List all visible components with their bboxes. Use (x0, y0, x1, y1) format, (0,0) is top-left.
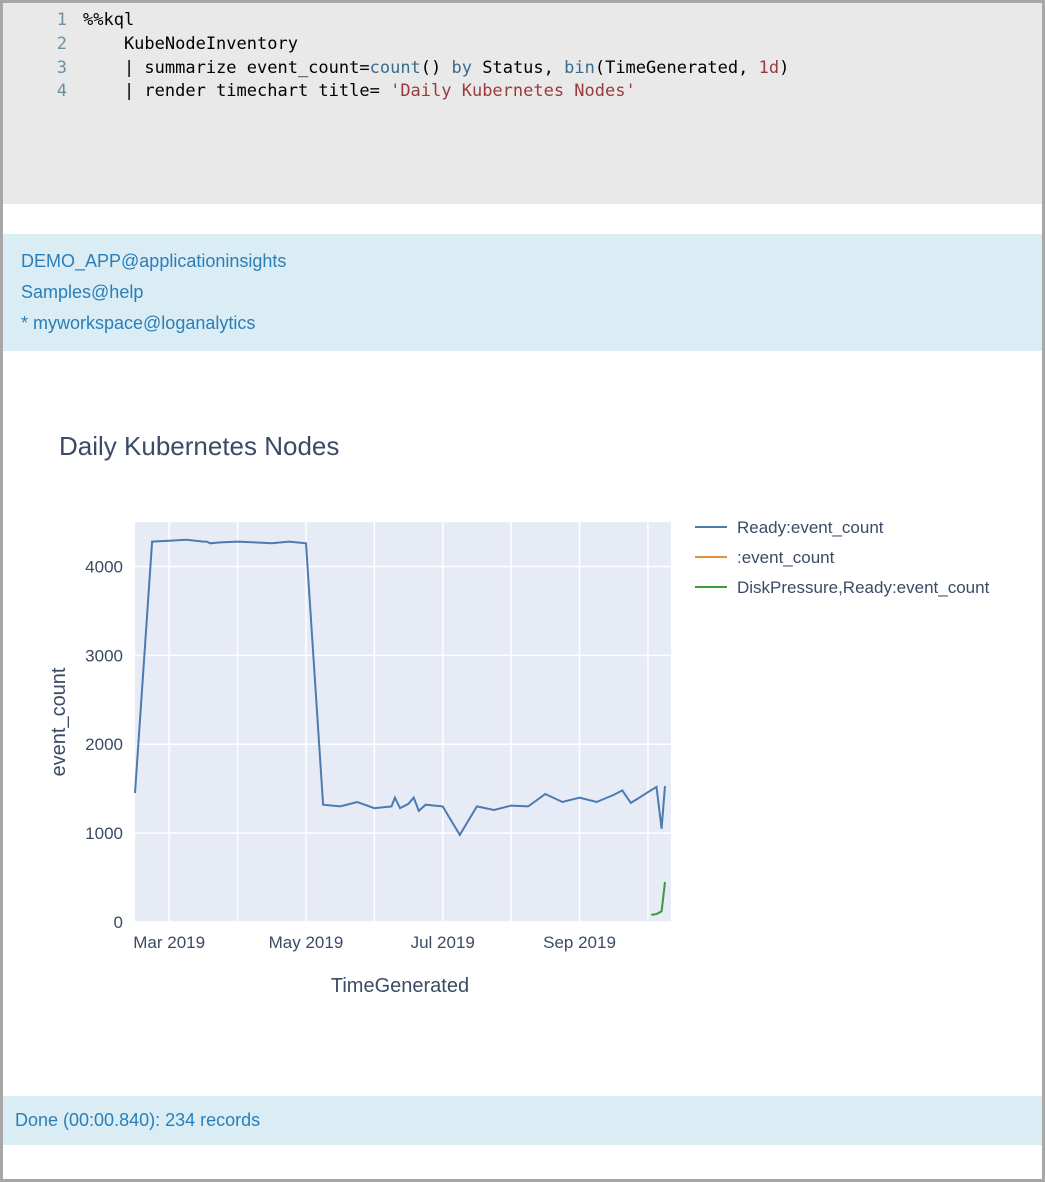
code-text: KubeNodeInventory (83, 33, 298, 57)
status-text: Done (00:00.840): 234 records (15, 1110, 260, 1130)
x-tick-label: May 2019 (269, 933, 344, 952)
x-tick-label: Jul 2019 (411, 933, 475, 952)
workspace-info-panel: DEMO_APP@applicationinsights Samples@hel… (3, 234, 1042, 351)
workspace-line: DEMO_APP@applicationinsights (13, 246, 1026, 277)
line-number: 4 (3, 80, 83, 104)
legend-label: Ready:event_count (737, 518, 884, 537)
timechart[interactable]: 0 1000 2000 3000 4000 Mar 2019 May 2019 Jul 201… (23, 492, 1023, 1052)
y-tick-label: 2000 (85, 735, 123, 754)
workspace-line: * myworkspace@loganalytics (13, 308, 1026, 339)
line-number: 3 (3, 57, 83, 81)
x-tick-label: Sep 2019 (543, 933, 616, 952)
cell-separator (3, 204, 1042, 234)
x-tick-label: Mar 2019 (133, 933, 205, 952)
y-tick-label: 4000 (85, 558, 123, 577)
code-text: | summarize event_count=count() by Statu… (83, 57, 789, 81)
workspace-line: Samples@help (13, 277, 1026, 308)
code-text: %%kql (83, 9, 134, 33)
code-cell[interactable]: 1%%kql2 KubeNodeInventory3 | summarize e… (3, 3, 1042, 204)
legend-label: :event_count (737, 548, 835, 567)
code-text: | render timechart title= 'Daily Kuberne… (83, 80, 636, 104)
chart-output: Daily Kubernetes Nodes 0 1000 2000 3000 4000… (3, 351, 1042, 1096)
status-bar: Done (00:00.840): 234 records (3, 1096, 1042, 1145)
y-tick-label: 3000 (85, 647, 123, 666)
line-number: 1 (3, 9, 83, 33)
x-axis-label: TimeGenerated (331, 975, 469, 997)
code-line: 4 | render timechart title= 'Daily Kuber… (3, 80, 1042, 104)
legend-label: DiskPressure,Ready:event_count (737, 578, 990, 597)
code-line: 2 KubeNodeInventory (3, 33, 1042, 57)
y-tick-label: 0 (114, 913, 123, 932)
chart-title: Daily Kubernetes Nodes (59, 431, 1022, 462)
y-axis-label: event_count (48, 667, 70, 776)
code-line: 1%%kql (3, 9, 1042, 33)
y-tick-label: 1000 (85, 824, 123, 843)
plot-background (135, 522, 671, 922)
line-number: 2 (3, 33, 83, 57)
code-line: 3 | summarize event_count=count() by Sta… (3, 57, 1042, 81)
